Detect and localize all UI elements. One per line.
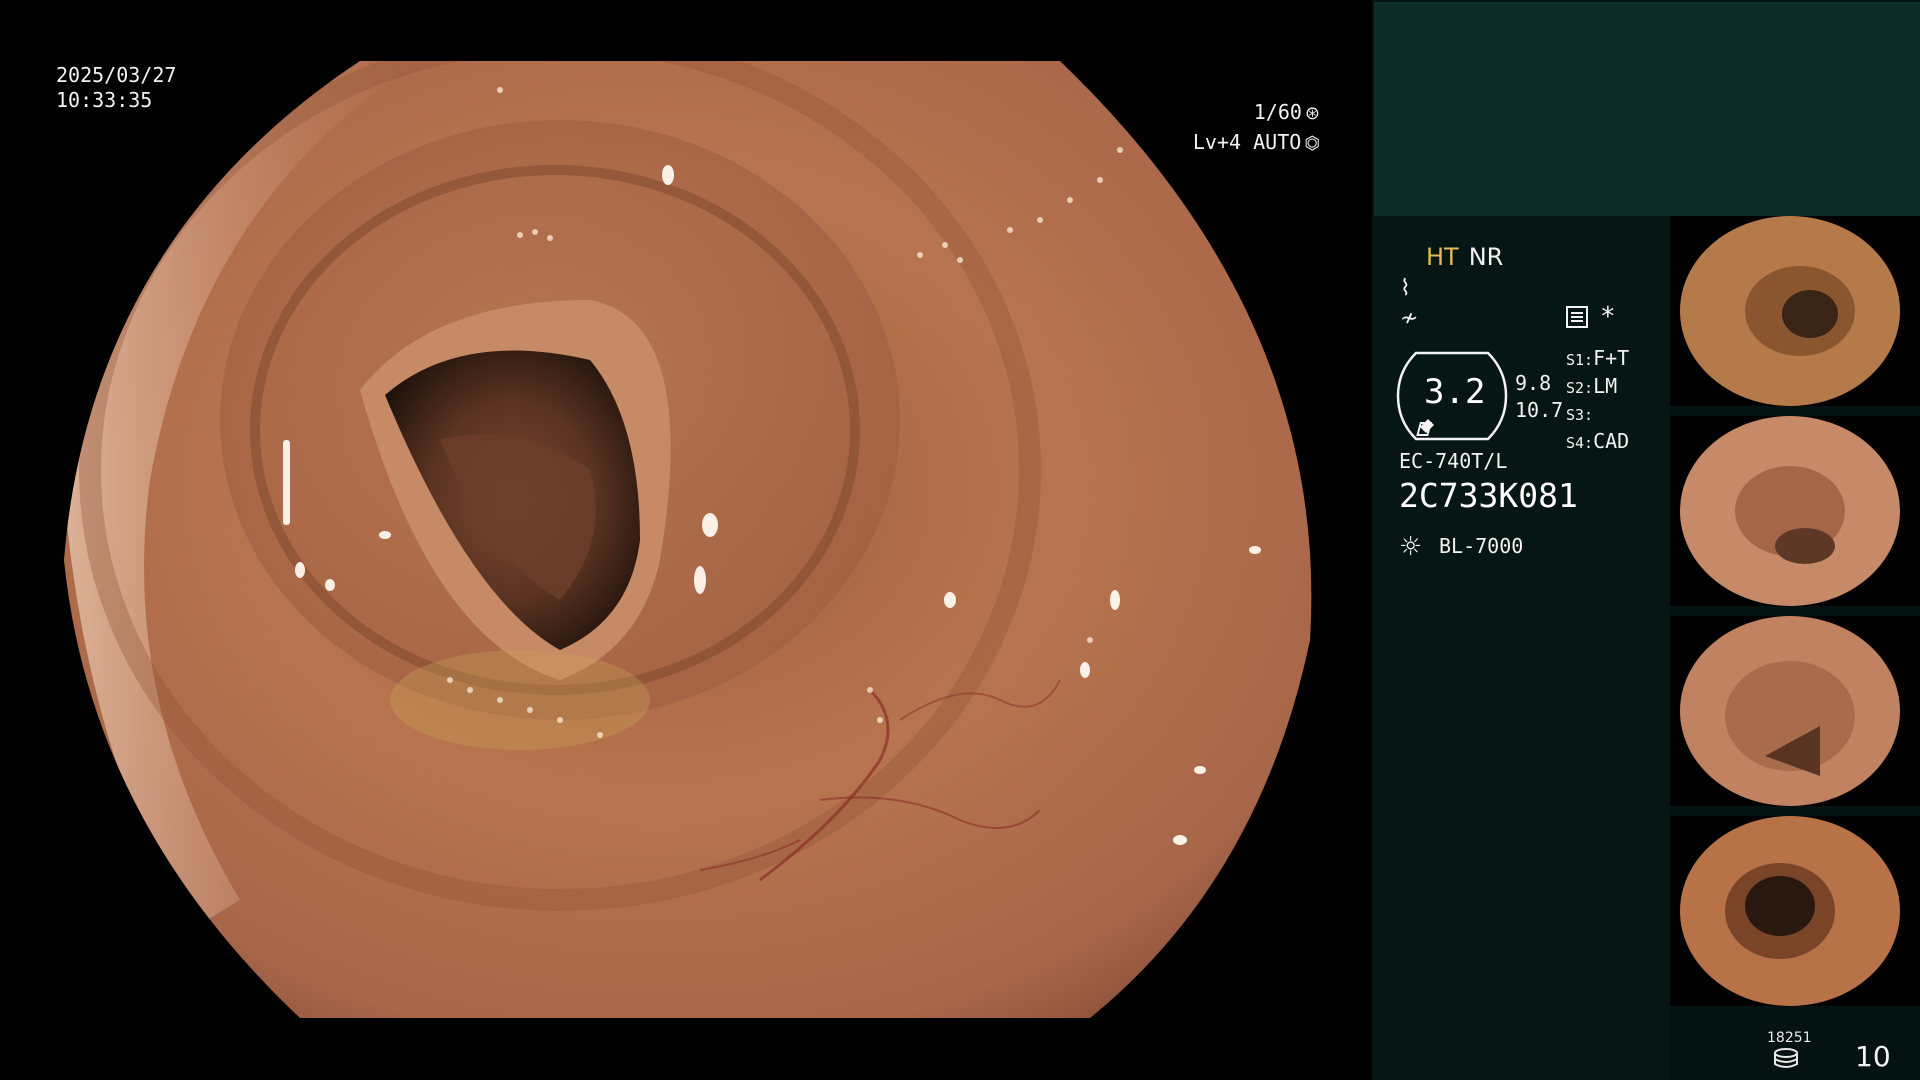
zoom-value: 3.2 xyxy=(1424,372,1486,412)
image-count: 18251 xyxy=(1767,1030,1812,1046)
side-panel: HT NR ⌇ ≁ * 3.2 9.8 10.7 S1:F+T S2:LM S3:… xyxy=(1372,0,1920,1080)
thumbnail-2[interactable] xyxy=(1670,416,1920,606)
slot-s3: S3: xyxy=(1566,406,1594,424)
date: 2025/03/27 xyxy=(56,63,177,87)
datetime: 2025/03/27 10:33:35 xyxy=(56,63,176,113)
shutter-speed: 1/60 xyxy=(1253,100,1302,124)
light-source-model: BL-7000 xyxy=(1439,534,1524,558)
exposure-mode: AUTO xyxy=(1253,130,1302,154)
menu-list-icon xyxy=(1566,306,1588,328)
enhancement-value-1: 9.8 xyxy=(1515,371,1552,395)
light-source-icon: ☼ xyxy=(1399,532,1423,562)
storage-icon xyxy=(1774,1048,1798,1068)
mode-nr: NR xyxy=(1468,243,1504,271)
page-number: 10 xyxy=(1855,1040,1891,1073)
thumbnail-3[interactable] xyxy=(1670,616,1920,806)
mode-ht: HT xyxy=(1426,243,1459,271)
time: 10:33:35 xyxy=(56,88,153,112)
structure-enhancement-icon: ⌇ xyxy=(1400,276,1411,301)
scope-serial: 2C733K081 xyxy=(1399,476,1578,515)
color-enhancement-icon: ≁ xyxy=(1400,306,1419,331)
thumbnail-4[interactable] xyxy=(1670,816,1920,1006)
exposure-readout: 1/60 ⊛ Lv+4 AUTO ⏣ xyxy=(1193,98,1320,158)
switch-assignments: S1:F+T S2:LM S3: S4:CAD xyxy=(1566,346,1629,456)
slot-s4: S4:CAD xyxy=(1566,428,1630,453)
aperture-icon: ⊛ xyxy=(1304,103,1320,124)
scope-model: EC-740T/L xyxy=(1399,449,1508,473)
slot-s1: S1:F+T xyxy=(1566,346,1630,370)
slot-s2: S2:LM xyxy=(1566,373,1618,398)
image-modes: HT NR xyxy=(1426,243,1503,271)
endoscope-image xyxy=(64,61,1312,1018)
preview-area xyxy=(1374,2,1920,216)
star-marker: * xyxy=(1600,302,1616,332)
auto-exposure-icon: ⏣ xyxy=(1304,133,1320,154)
enhancement-value-2: 10.7 xyxy=(1515,398,1564,422)
endoscope-main-view: 2025/03/27 10:33:35 1/60 ⊛ Lv+4 AUTO ⏣ xyxy=(0,0,1372,1080)
brightness-level: Lv+4 xyxy=(1192,130,1242,154)
thumbnail-1[interactable] xyxy=(1670,216,1920,406)
